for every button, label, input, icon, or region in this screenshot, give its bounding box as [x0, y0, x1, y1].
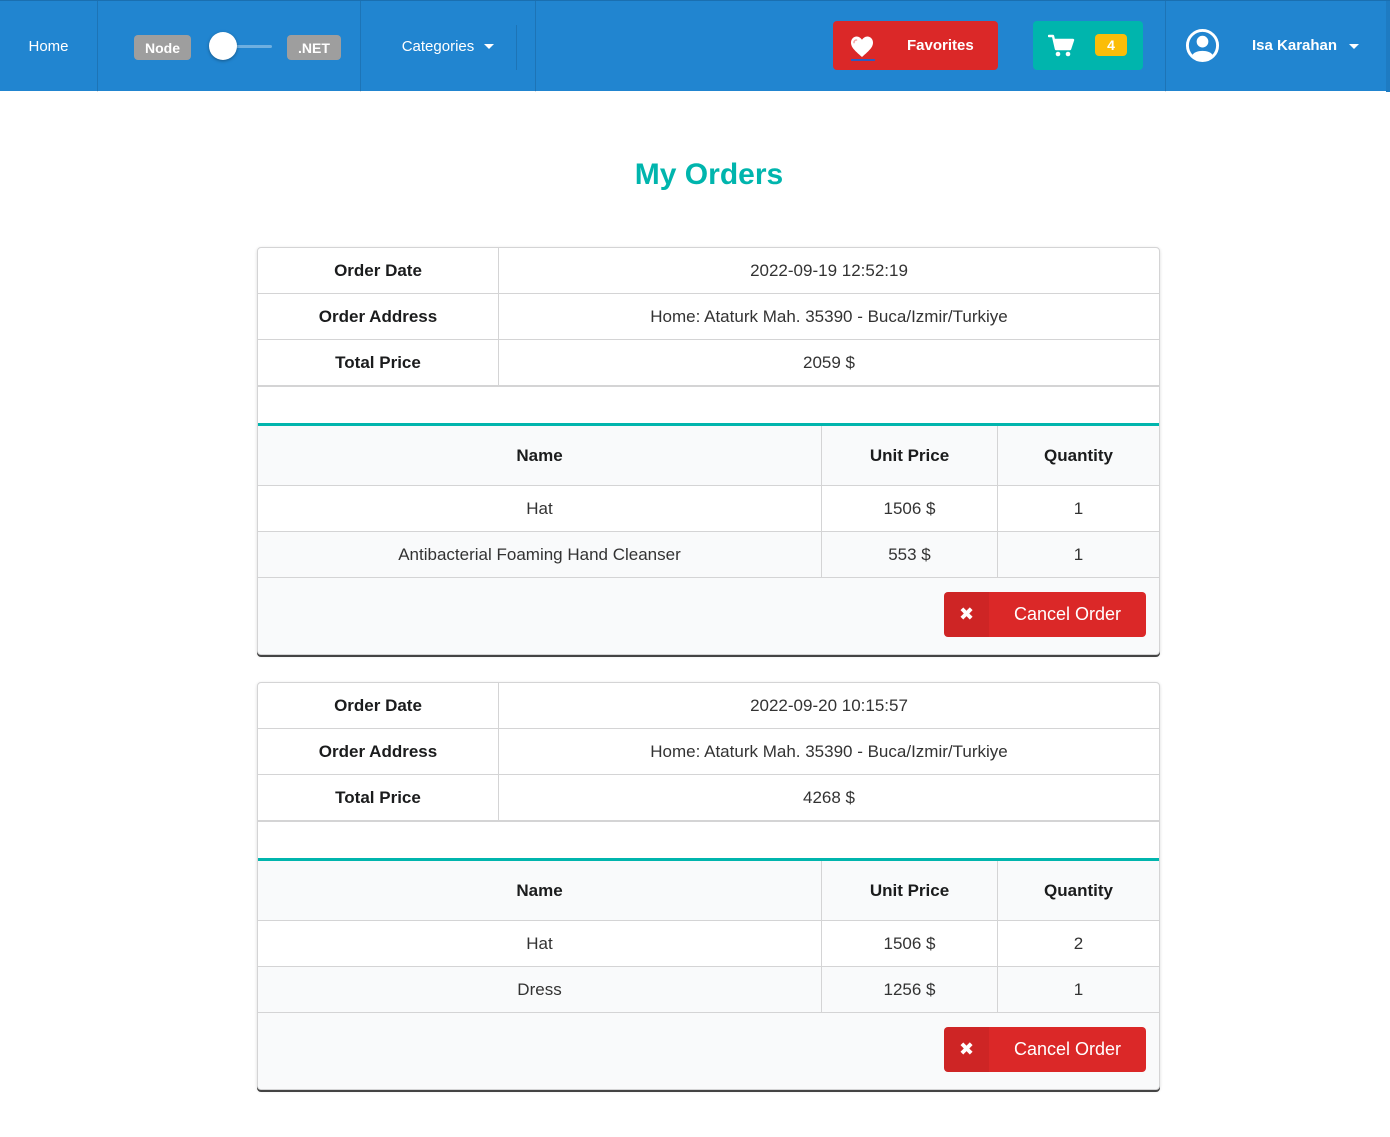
caret-down-icon — [484, 44, 495, 49]
order-address-row: Order Address Home: Ataturk Mah. 35390 -… — [258, 294, 1159, 340]
categories-label: Categories — [401, 38, 475, 55]
order-address-row: Order Address Home: Ataturk Mah. 35390 -… — [258, 729, 1159, 775]
heart-icon — [851, 36, 873, 57]
table-header: Name Unit Price Quantity — [258, 426, 1159, 486]
spacer — [258, 821, 1159, 857]
order-date-label: Order Date — [258, 248, 499, 293]
order-address-label: Order Address — [258, 294, 499, 339]
cancel-order-button[interactable]: ✖ Cancel Order — [944, 592, 1146, 637]
spacer — [258, 386, 1159, 422]
top-navbar: Home Node .NET Categories Favorites 4 Is… — [0, 0, 1390, 92]
caret-down-icon — [1349, 44, 1359, 49]
table-row: Antibacterial Foaming Hand Cleanser 553 … — [258, 532, 1159, 578]
order-date-value: 2022-09-20 10:15:57 — [750, 695, 908, 715]
page-title: My Orders — [634, 158, 784, 191]
order-items-table: Name Unit Price Quantity Hat 1506 $ 1 An… — [258, 423, 1159, 654]
user-menu[interactable]: Isa Karahan — [1166, 1, 1390, 92]
cancel-order-label: Cancel Order — [1013, 1039, 1122, 1059]
order-address-value: Home: Ataturk Mah. 35390 - Buca/Izmir/Tu… — [650, 306, 1008, 326]
user-circle-icon — [1185, 28, 1220, 63]
order-date-row: Order Date 2022-09-20 10:15:57 — [258, 683, 1159, 729]
order-items-table: Name Unit Price Quantity Hat 1506 $ 2 Dr… — [258, 858, 1159, 1089]
toggle-knob[interactable] — [209, 32, 237, 60]
cart-icon — [1048, 34, 1075, 57]
col-quantity-header: Quantity — [1044, 880, 1113, 900]
table-row: Hat 1506 $ 1 — [258, 486, 1159, 532]
node-label: Node — [134, 35, 191, 60]
table-row: Dress 1256 $ 1 — [258, 967, 1159, 1013]
item-name: Antibacterial Foaming Hand Cleanser — [258, 532, 822, 577]
order-card: Order Date 2022-09-19 12:52:19 Order Add… — [257, 247, 1160, 655]
item-quantity: 1 — [1073, 979, 1084, 999]
favorites-label: Favorites — [907, 37, 974, 54]
backend-toggle[interactable]: Node .NET — [98, 1, 360, 92]
total-price-row: Total Price 2059 $ — [258, 340, 1159, 386]
heart-underline — [851, 59, 875, 61]
dotnet-label: .NET — [287, 35, 341, 60]
nav-home-link[interactable]: Home — [0, 1, 97, 92]
total-price-value: 2059 $ — [803, 352, 855, 372]
col-name-header: Name — [258, 426, 822, 485]
item-quantity: 1 — [1073, 544, 1084, 564]
item-unit-price: 1506 $ — [822, 921, 998, 966]
order-address-value: Home: Ataturk Mah. 35390 - Buca/Izmir/Tu… — [650, 741, 1008, 761]
favorites-button[interactable]: Favorites — [833, 21, 998, 70]
item-name: Hat — [258, 921, 822, 966]
close-icon: ✖ — [944, 592, 989, 637]
cart-button[interactable]: 4 — [1033, 21, 1143, 70]
categories-dropdown[interactable]: Categories — [361, 1, 535, 92]
item-unit-price: 1256 $ — [822, 967, 998, 1012]
nav-divider — [535, 1, 536, 92]
table-footer: ✖ Cancel Order — [258, 1013, 1159, 1089]
order-card: Order Date 2022-09-20 10:15:57 Order Add… — [257, 682, 1160, 1090]
table-footer: ✖ Cancel Order — [258, 578, 1159, 654]
nav-divider — [516, 25, 517, 70]
total-price-label: Total Price — [258, 775, 499, 820]
col-quantity-header: Quantity — [1044, 445, 1113, 465]
user-name: Isa Karahan — [1252, 37, 1338, 54]
col-unit-price-header: Unit Price — [822, 861, 998, 920]
item-quantity: 1 — [1073, 498, 1084, 518]
item-quantity: 2 — [1073, 933, 1084, 953]
cancel-order-label: Cancel Order — [1013, 604, 1122, 624]
table-row: Hat 1506 $ 2 — [258, 921, 1159, 967]
item-name: Hat — [258, 486, 822, 531]
cart-count-badge: 4 — [1095, 34, 1127, 56]
order-address-label: Order Address — [258, 729, 499, 774]
cancel-order-button[interactable]: ✖ Cancel Order — [944, 1027, 1146, 1072]
item-unit-price: 1506 $ — [822, 486, 998, 531]
total-price-value: 4268 $ — [803, 787, 855, 807]
item-unit-price: 553 $ — [822, 532, 998, 577]
total-price-row: Total Price 4268 $ — [258, 775, 1159, 821]
order-date-row: Order Date 2022-09-19 12:52:19 — [258, 248, 1159, 294]
nav-home-label: Home — [28, 38, 69, 55]
col-unit-price-header: Unit Price — [822, 426, 998, 485]
table-header: Name Unit Price Quantity — [258, 861, 1159, 921]
close-icon: ✖ — [944, 1027, 989, 1072]
order-date-label: Order Date — [258, 683, 499, 728]
scrollbar-edge — [1386, 1, 1390, 92]
col-name-header: Name — [258, 861, 822, 920]
item-name: Dress — [258, 967, 822, 1012]
order-date-value: 2022-09-19 12:52:19 — [750, 260, 908, 280]
total-price-label: Total Price — [258, 340, 499, 385]
